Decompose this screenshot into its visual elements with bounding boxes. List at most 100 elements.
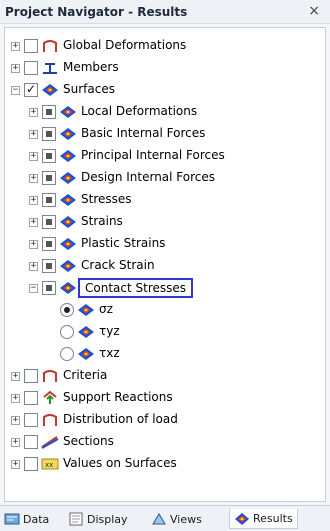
surface-icon (60, 216, 76, 228)
tree-item-principal-internal-forces[interactable]: + Principal Internal Forces (29, 146, 329, 168)
tree-item-label: Support Reactions (63, 390, 173, 404)
expand-toggle[interactable]: + (11, 64, 20, 73)
tab-display[interactable]: Display (68, 509, 128, 529)
checkbox[interactable] (42, 105, 56, 119)
tree-item-label: Strains (81, 214, 123, 228)
collapse-toggle[interactable]: − (29, 284, 38, 293)
tree-item-label: Distribution of load (63, 412, 178, 426)
surface-icon (42, 84, 58, 96)
radio-button[interactable] (60, 347, 74, 361)
checkbox[interactable] (24, 82, 38, 97)
deformation-icon (43, 40, 57, 52)
tab-data[interactable]: Data (4, 509, 49, 529)
tree-item-basic-internal-forces[interactable]: + Basic Internal Forces (29, 124, 329, 146)
checkbox[interactable] (24, 413, 38, 427)
checkbox[interactable] (42, 259, 56, 273)
expand-toggle[interactable]: + (29, 174, 38, 183)
tree-item-support-reactions[interactable]: + Support Reactions (11, 388, 311, 410)
tree-item-surfaces[interactable]: − Surfaces (11, 80, 311, 102)
tree-item-label: Surfaces (63, 82, 115, 96)
project-navigator-panel: Project Navigator - Results × + Global D… (0, 0, 330, 531)
tree-item-label: τyz (99, 324, 120, 338)
tree-item-label: Sections (63, 434, 114, 448)
checkbox[interactable] (24, 391, 38, 405)
expand-toggle[interactable]: + (29, 262, 38, 271)
views-icon (152, 513, 166, 525)
expand-toggle[interactable]: + (11, 42, 20, 51)
surface-icon (78, 304, 94, 316)
expand-toggle[interactable]: + (29, 108, 38, 117)
expand-toggle[interactable]: + (29, 196, 38, 205)
results-tree: + Global Deformations + Members − Surfac… (4, 27, 326, 502)
tab-label: Results (253, 512, 293, 525)
tree-item-local-deformations[interactable]: + Local Deformations (29, 102, 329, 124)
tree-item-values-on-surfaces[interactable]: + xx Values on Surfaces (11, 454, 311, 476)
expand-toggle[interactable]: + (29, 240, 38, 249)
close-icon[interactable]: × (308, 3, 320, 19)
tree-item-design-internal-forces[interactable]: + Design Internal Forces (29, 168, 329, 190)
tree-item-strains[interactable]: + Strains (29, 212, 329, 234)
surface-icon (78, 326, 94, 338)
distribution-icon (43, 414, 57, 426)
sections-icon (41, 436, 59, 449)
display-icon (69, 512, 83, 526)
tree-item-label: Stresses (81, 192, 132, 206)
panel-title: Project Navigator - Results (5, 5, 188, 19)
checkbox[interactable] (42, 281, 56, 295)
tree-item-label: Basic Internal Forces (81, 126, 206, 140)
checkbox[interactable] (24, 369, 38, 383)
tab-views[interactable]: Views (151, 509, 202, 529)
checkbox[interactable] (42, 149, 56, 163)
criteria-icon (43, 370, 57, 382)
tree-item-label: Plastic Strains (81, 236, 166, 250)
tree-item-label: Local Deformations (81, 104, 198, 118)
values-icon: xx (41, 458, 59, 470)
tab-label: Display (87, 512, 128, 526)
surface-icon (60, 150, 76, 162)
checkbox[interactable] (42, 127, 56, 141)
checkbox[interactable] (24, 457, 38, 471)
tree-item-tau-xz[interactable]: τxz (47, 344, 330, 366)
expand-toggle[interactable]: + (29, 152, 38, 161)
tree-item-global-deformations[interactable]: + Global Deformations (11, 36, 311, 58)
results-icon (235, 512, 249, 525)
surface-icon (60, 194, 76, 206)
tree-item-label: Criteria (63, 368, 108, 382)
checkbox[interactable] (42, 215, 56, 229)
tree-item-sigma-z[interactable]: σz (47, 300, 330, 322)
checkbox[interactable] (24, 435, 38, 449)
tab-results[interactable]: Results (229, 509, 298, 529)
tree-item-label: τxz (99, 346, 120, 360)
tree-item-label: Contact Stresses (78, 278, 194, 298)
surface-icon (60, 282, 76, 294)
checkbox[interactable] (42, 237, 56, 251)
tree-item-plastic-strains[interactable]: + Plastic Strains (29, 234, 329, 256)
tree-item-distribution-of-load[interactable]: + Distribution of load (11, 410, 311, 432)
navigator-tabs: Data Display Views Results (0, 505, 330, 531)
expand-toggle[interactable]: + (29, 218, 38, 227)
expand-toggle[interactable]: + (11, 394, 20, 403)
expand-toggle[interactable]: + (11, 416, 20, 425)
expand-toggle[interactable]: + (29, 130, 38, 139)
radio-button[interactable] (60, 325, 74, 339)
tree-item-members[interactable]: + Members (11, 58, 311, 80)
expand-toggle[interactable]: + (11, 438, 20, 447)
tree-item-label: Design Internal Forces (81, 170, 216, 184)
tree-item-contact-stresses[interactable]: − Contact Stresses (29, 278, 329, 300)
tree-item-crack-strain[interactable]: + Crack Strain (29, 256, 329, 278)
tree-item-tau-yz[interactable]: τyz (47, 322, 330, 344)
collapse-toggle[interactable]: − (11, 86, 20, 95)
tree-item-sections[interactable]: + Sections (11, 432, 311, 454)
tab-label: Data (23, 512, 50, 526)
expand-toggle[interactable]: + (11, 372, 20, 381)
tree-item-criteria[interactable]: + Criteria (11, 366, 311, 388)
support-reactions-icon (43, 391, 57, 404)
tree-item-stresses[interactable]: + Stresses (29, 190, 329, 212)
radio-button[interactable] (60, 303, 74, 317)
checkbox[interactable] (42, 193, 56, 207)
checkbox[interactable] (42, 171, 56, 185)
checkbox[interactable] (24, 39, 38, 53)
svg-text:xx: xx (45, 461, 53, 469)
expand-toggle[interactable]: + (11, 460, 20, 469)
checkbox[interactable] (24, 61, 38, 75)
